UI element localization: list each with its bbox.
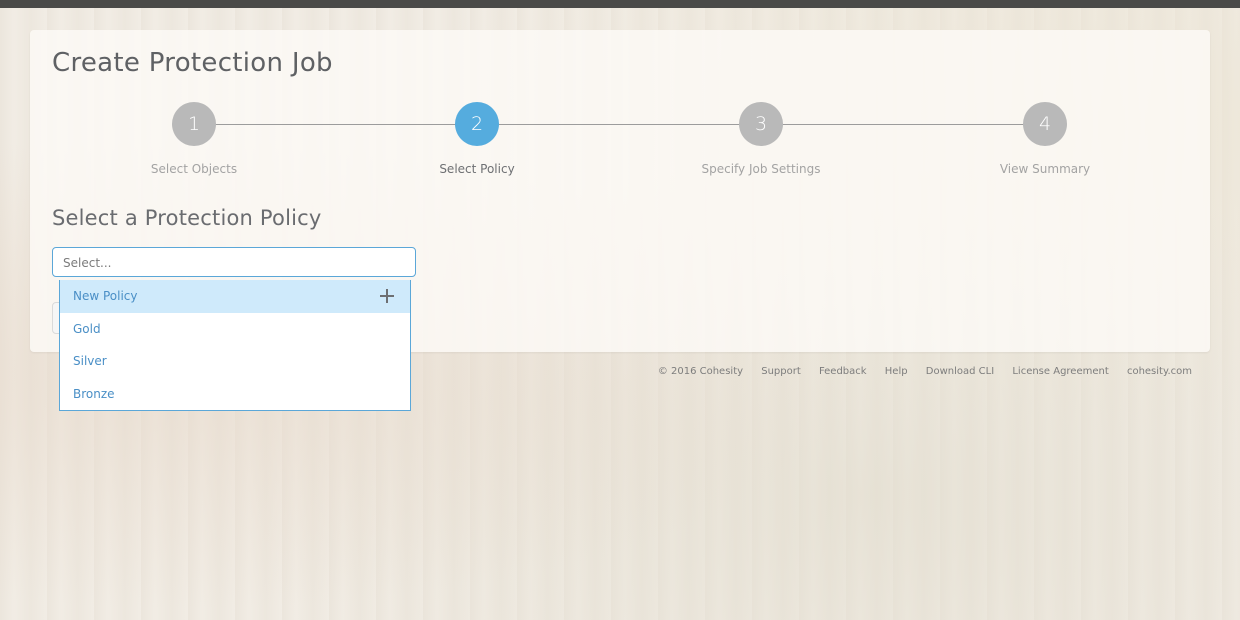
section-title: Select a Protection Policy — [52, 206, 322, 230]
footer-link-help[interactable]: Help — [885, 366, 908, 377]
step-label: Select Objects — [150, 162, 238, 176]
footer-link-feedback[interactable]: Feedback — [819, 366, 867, 377]
step-label: Select Policy — [439, 162, 515, 176]
step-number-badge: 1 — [172, 102, 216, 146]
top-bar — [0, 0, 1240, 8]
step-view-summary[interactable]: 4 View Summary — [945, 102, 1145, 176]
footer-copyright: © 2016 Cohesity — [657, 366, 744, 377]
dropdown-item-gold[interactable]: Gold — [60, 313, 410, 346]
step-number-badge: 2 — [455, 102, 499, 146]
dropdown-item-label: Bronze — [73, 386, 115, 401]
footer-link-cohesity-com[interactable]: cohesity.com — [1127, 366, 1192, 377]
page-title: Create Protection Job — [52, 48, 333, 78]
step-number-badge: 4 — [1023, 102, 1067, 146]
step-select-policy[interactable]: 2 Select Policy — [377, 102, 577, 176]
dropdown-item-bronze[interactable]: Bronze — [60, 378, 410, 411]
policy-select[interactable]: Select... — [52, 247, 416, 277]
step-number-badge: 3 — [739, 102, 783, 146]
step-select-objects[interactable]: 1 Select Objects — [94, 102, 294, 176]
footer-link-support[interactable]: Support — [761, 366, 801, 377]
step-label: Specify Job Settings — [701, 162, 821, 176]
footer-link-download-cli[interactable]: Download CLI — [926, 366, 994, 377]
wizard-stepper: 1 Select Objects 2 Select Policy 3 Speci… — [30, 102, 1210, 202]
step-specify-job-settings[interactable]: 3 Specify Job Settings — [661, 102, 861, 176]
dropdown-item-new-policy[interactable]: New Policy — [60, 280, 410, 313]
plus-icon — [380, 289, 394, 303]
policy-dropdown-menu: New Policy Gold Silver Bronze — [59, 280, 411, 411]
footer-link-license-agreement[interactable]: License Agreement — [1012, 366, 1108, 377]
step-label: View Summary — [999, 162, 1091, 176]
dropdown-item-label: Gold — [73, 321, 101, 336]
dropdown-item-silver[interactable]: Silver — [60, 345, 410, 378]
dropdown-item-label: Silver — [73, 354, 107, 368]
page-footer: © 2016 Cohesity Support Feedback Help Do… — [658, 366, 1192, 377]
dropdown-item-label: New Policy — [73, 289, 138, 303]
stepper-connector-line — [194, 124, 1046, 125]
